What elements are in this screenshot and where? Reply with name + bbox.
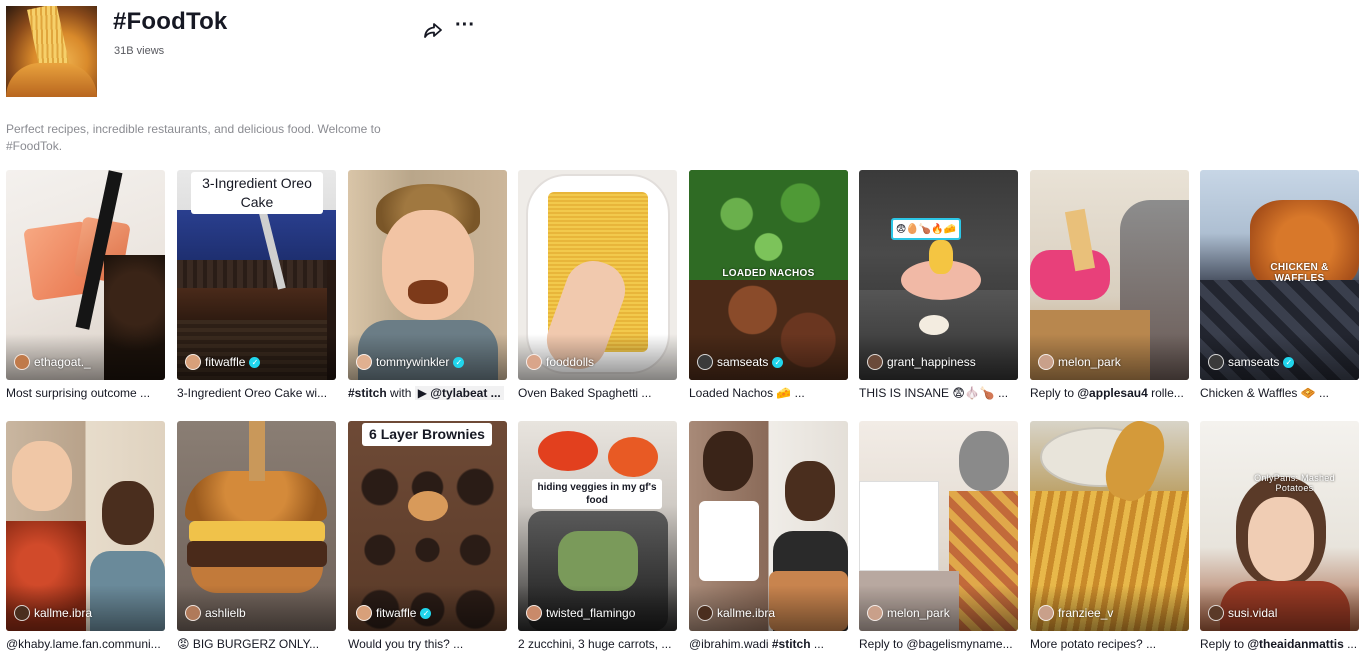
video-thumbnail[interactable]: OnlyPans: Mashed Potatoes susi.vidal xyxy=(1200,421,1359,631)
video-caption[interactable]: More potato recipes? ... xyxy=(1030,637,1189,651)
video-thumbnail[interactable]: 6 Layer Brownies fitwaffle ✓ xyxy=(348,421,507,631)
video-card[interactable]: 3-Ingredient Oreo Cake fitwaffle ✓ 3-Ingr… xyxy=(177,170,336,402)
video-author[interactable]: fitwaffle xyxy=(205,355,245,369)
video-thumbnail[interactable]: ashlielb xyxy=(177,421,336,631)
verified-icon: ✓ xyxy=(249,356,261,368)
video-caption[interactable]: 😡 BIG BURGERZ ONLY... xyxy=(177,637,336,651)
caption-hashtag[interactable]: #stitch xyxy=(772,637,811,651)
video-caption[interactable]: #stitch with ▶ @tylabeat ... xyxy=(348,386,507,400)
hashtag-views: 31B views xyxy=(114,45,165,57)
video-author[interactable]: samseats xyxy=(1228,355,1279,369)
video-thumbnail[interactable]: fooddolls xyxy=(518,170,677,380)
caption-mention[interactable]: @theaidanmattis xyxy=(1247,637,1343,651)
video-sticker-text: 3-Ingredient Oreo Cake xyxy=(191,172,323,214)
video-author[interactable]: susi.vidal xyxy=(1228,606,1277,620)
video-card[interactable]: OnlyPans: Mashed Potatoes susi.vidal Rep… xyxy=(1200,421,1359,653)
hashtag-description: Perfect recipes, incredible restaurants,… xyxy=(6,122,381,153)
video-card[interactable]: tommywinkler ✓ #stitch with ▶ @tylabeat .… xyxy=(348,170,507,402)
video-card[interactable]: hiding veggies in my gf's food twisted_f… xyxy=(518,421,677,653)
video-author[interactable]: grant_happiness xyxy=(887,355,976,369)
video-author[interactable]: samseats xyxy=(717,355,768,369)
video-caption[interactable]: Oven Baked Spaghetti ... xyxy=(518,386,677,400)
video-thumbnail[interactable]: hiding veggies in my gf's food twisted_f… xyxy=(518,421,677,631)
video-card[interactable]: 😨🥚🍗🔥🧀 grant_happiness THIS IS INSANE 😨🧄🍗… xyxy=(859,170,1018,402)
video-overlay-text: CHICKEN & WAFFLES xyxy=(1270,262,1329,284)
video-card[interactable]: ethagoat._ Most surprising outcome ... xyxy=(6,170,165,402)
video-author[interactable]: twisted_flamingo xyxy=(546,606,635,620)
video-caption[interactable]: 3-Ingredient Oreo Cake wi... xyxy=(177,386,336,400)
verified-icon: ✓ xyxy=(420,607,432,619)
video-sticker-text: 6 Layer Brownies xyxy=(362,423,492,446)
video-thumbnail[interactable]: ethagoat._ xyxy=(6,170,165,380)
hashtag-cover-image xyxy=(6,6,97,97)
video-thumbnail[interactable]: kallme.ibra xyxy=(6,421,165,631)
video-overlay-text: OnlyPans: Mashed Potatoes xyxy=(1254,473,1335,493)
caption-mention[interactable]: ▶ @tylabeat ... xyxy=(414,386,504,400)
video-author[interactable]: fooddolls xyxy=(546,355,594,369)
hashtag-title: #FoodTok xyxy=(113,8,228,35)
video-card[interactable]: melon_park Reply to @applesau4 rolle... xyxy=(1030,170,1189,402)
caption-hashtag[interactable]: #stitch xyxy=(348,386,387,400)
video-caption[interactable]: @khaby.lame.fan.communi... xyxy=(6,637,165,651)
video-card[interactable]: CHICKEN & WAFFLES samseats ✓ Chicken & Wa… xyxy=(1200,170,1359,402)
video-caption[interactable]: THIS IS INSANE 😨🧄🍗 ... xyxy=(859,386,1018,400)
video-author[interactable]: kallme.ibra xyxy=(34,606,92,620)
video-author[interactable]: kallme.ibra xyxy=(717,606,775,620)
video-author[interactable]: melon_park xyxy=(1058,355,1121,369)
video-thumbnail[interactable]: melon_park xyxy=(859,421,1018,631)
verified-icon: ✓ xyxy=(1283,356,1295,368)
video-thumbnail[interactable]: CHICKEN & WAFFLES samseats ✓ xyxy=(1200,170,1359,380)
video-thumbnail[interactable]: melon_park xyxy=(1030,170,1189,380)
video-card[interactable]: ashlielb 😡 BIG BURGERZ ONLY... xyxy=(177,421,336,653)
verified-icon: ✓ xyxy=(772,356,784,368)
video-caption[interactable]: Reply to @applesau4 rolle... xyxy=(1030,386,1189,400)
video-author[interactable]: fitwaffle xyxy=(376,606,416,620)
video-caption[interactable]: Reply to @bagelismyname... xyxy=(859,637,1018,651)
more-options-icon[interactable]: ··· xyxy=(454,15,476,38)
share-icon[interactable] xyxy=(423,20,443,40)
video-thumbnail[interactable]: 3-Ingredient Oreo Cake fitwaffle ✓ xyxy=(177,170,336,380)
video-card[interactable]: LOADED NACHOS samseats ✓ Loaded Nachos 🧀 … xyxy=(689,170,848,402)
video-caption[interactable]: Chicken & Waffles 🧇 ... xyxy=(1200,386,1359,400)
caption-mention[interactable]: @applesau4 xyxy=(1077,386,1147,400)
video-card[interactable]: fooddolls Oven Baked Spaghetti ... xyxy=(518,170,677,402)
video-author[interactable]: ashlielb xyxy=(205,606,246,620)
video-caption[interactable]: Most surprising outcome ... xyxy=(6,386,165,400)
video-thumbnail[interactable]: 😨🥚🍗🔥🧀 grant_happiness xyxy=(859,170,1018,380)
video-caption[interactable]: Would you try this? ... xyxy=(348,637,507,651)
video-card[interactable]: kallme.ibra @khaby.lame.fan.communi... xyxy=(6,421,165,653)
video-author[interactable]: melon_park xyxy=(887,606,950,620)
video-thumbnail[interactable]: tommywinkler ✓ xyxy=(348,170,507,380)
video-caption[interactable]: 2 zucchini, 3 huge carrots, ... xyxy=(518,637,677,651)
video-thumbnail[interactable]: franziee_v xyxy=(1030,421,1189,631)
video-author[interactable]: tommywinkler xyxy=(376,355,449,369)
video-caption[interactable]: @ibrahim.wadi #stitch ... xyxy=(689,637,848,651)
video-author[interactable]: franziee_v xyxy=(1058,606,1113,620)
video-card[interactable]: 6 Layer Brownies fitwaffle ✓ Would you tr… xyxy=(348,421,507,653)
video-caption[interactable]: Reply to @theaidanmattis ... xyxy=(1200,637,1359,651)
video-thumbnail[interactable]: kallme.ibra xyxy=(689,421,848,631)
verified-icon: ✓ xyxy=(453,356,465,368)
video-overlay-text: LOADED NACHOS xyxy=(722,268,815,279)
video-sticker-emoji: 😨🥚🍗🔥🧀 xyxy=(891,218,961,240)
video-caption[interactable]: Loaded Nachos 🧀 ... xyxy=(689,386,848,400)
video-card[interactable]: kallme.ibra @ibrahim.wadi #stitch ... xyxy=(689,421,848,653)
video-thumbnail[interactable]: LOADED NACHOS samseats ✓ xyxy=(689,170,848,380)
video-author[interactable]: ethagoat._ xyxy=(34,355,91,369)
video-card[interactable]: franziee_v More potato recipes? ... xyxy=(1030,421,1189,653)
video-card[interactable]: melon_park Reply to @bagelismyname... xyxy=(859,421,1018,653)
hashtag-header: #FoodTok 31B views ··· xyxy=(6,6,486,98)
video-sticker-text: hiding veggies in my gf's food xyxy=(532,479,662,509)
